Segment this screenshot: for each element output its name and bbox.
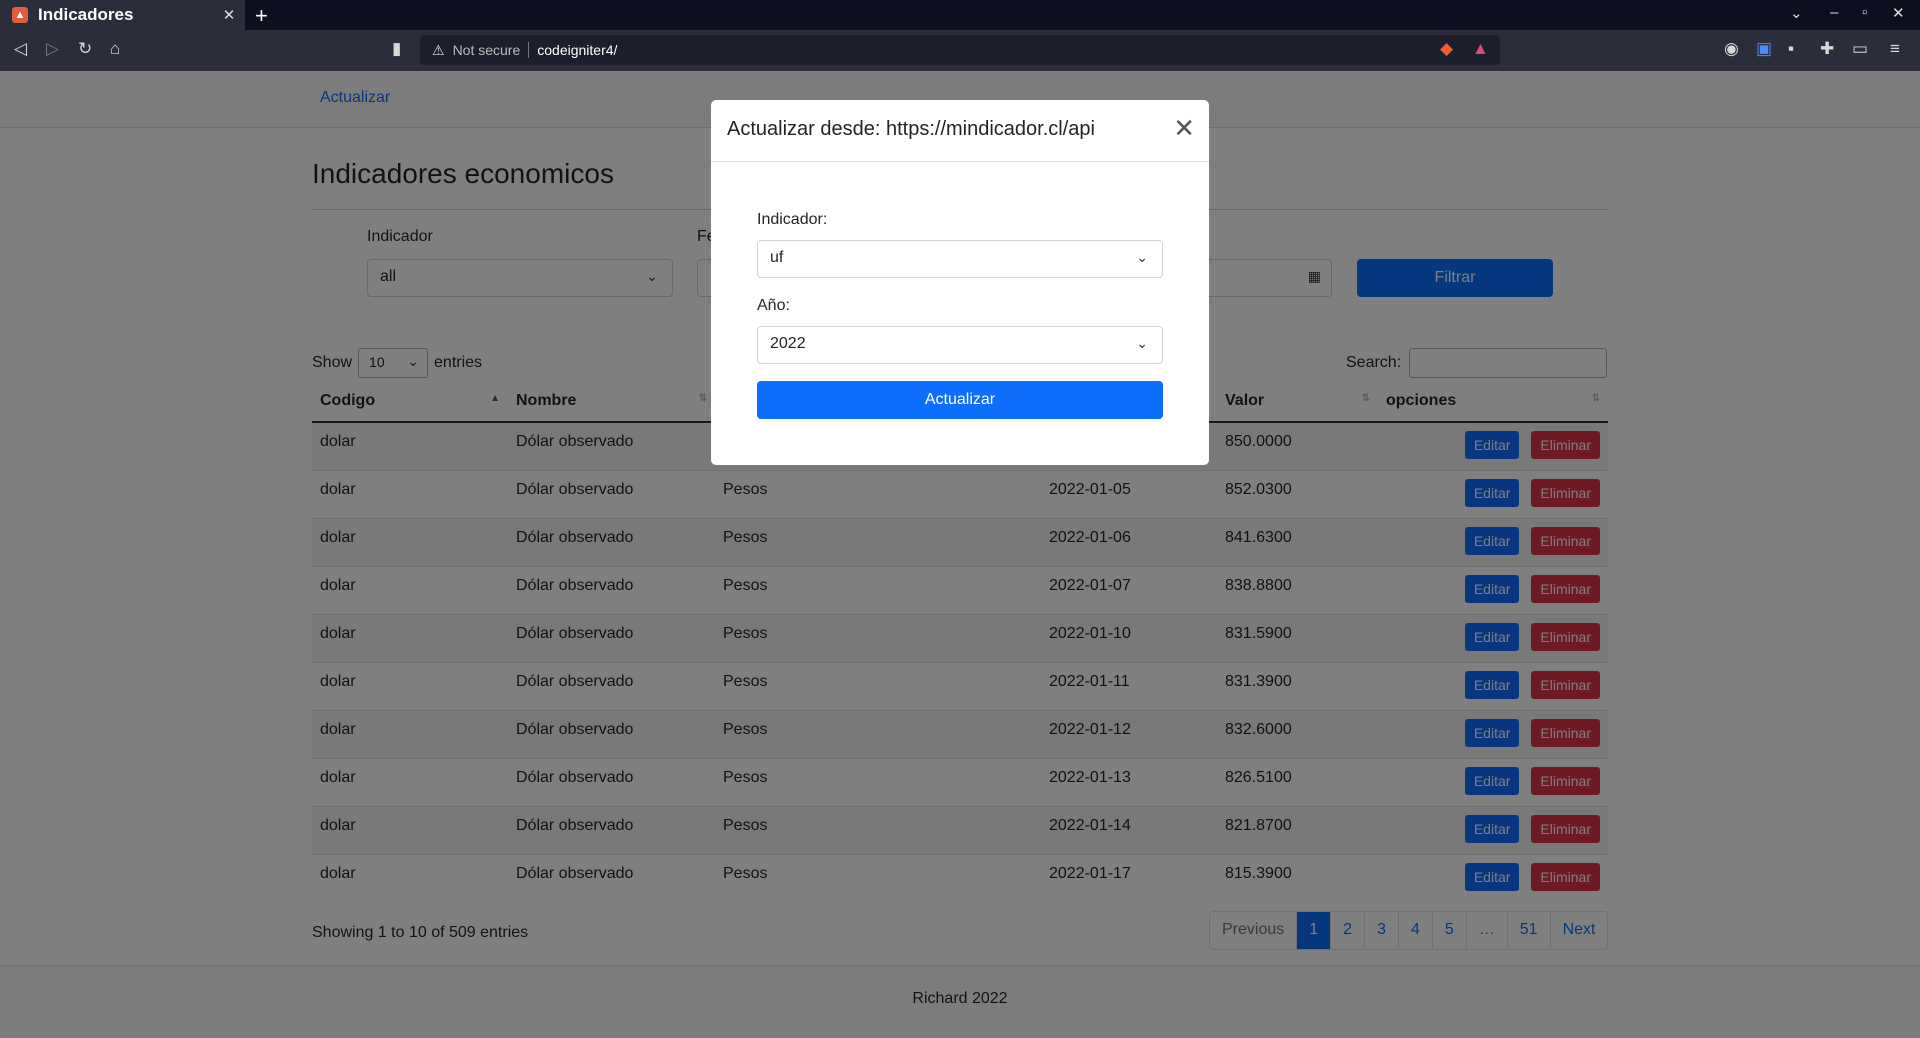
- extension-2-icon[interactable]: ▪: [1788, 39, 1794, 59]
- modal-header: Actualizar desde: https://mindicador.cl/…: [711, 100, 1209, 162]
- url-text: codeigniter4/: [537, 42, 618, 58]
- update-modal: Actualizar desde: https://mindicador.cl/…: [711, 100, 1209, 465]
- wallet-icon[interactable]: ▭: [1852, 39, 1868, 59]
- browser-tab[interactable]: ▲ Indicadores ✕: [0, 0, 245, 30]
- favicon-icon: ▲: [12, 7, 28, 23]
- security-label: Not secure: [452, 42, 521, 58]
- extension-icon[interactable]: ◉: [1724, 39, 1739, 59]
- anio-select[interactable]: 2022 ⌄: [757, 326, 1163, 364]
- tab-close-icon[interactable]: ✕: [219, 6, 239, 24]
- indicador-label: Indicador:: [757, 211, 828, 228]
- chevron-down-icon: ⌄: [1136, 335, 1148, 351]
- warning-icon: ⚠: [432, 41, 445, 58]
- tab-title: Indicadores: [38, 5, 134, 24]
- browser-toolbar: ◁ ▷ ↻ ⌂ ▮ ⚠ Not secure codeigniter4/ ◆ ▲…: [0, 30, 1920, 71]
- indicador-selected-value: uf: [770, 249, 784, 266]
- address-bar[interactable]: ⚠ Not secure codeigniter4/: [420, 35, 1500, 65]
- address-separator: [528, 42, 530, 58]
- window-close-icon[interactable]: ✕: [1892, 4, 1905, 22]
- back-icon[interactable]: ◁: [14, 39, 27, 59]
- indicador-select[interactable]: uf ⌄: [757, 240, 1163, 278]
- menu-icon[interactable]: ≡: [1890, 39, 1900, 59]
- translate-icon[interactable]: ▣: [1756, 39, 1772, 59]
- forward-icon[interactable]: ▷: [46, 39, 59, 59]
- brave-rewards-icon[interactable]: ▲: [1472, 39, 1489, 59]
- anio-selected-value: 2022: [770, 335, 806, 352]
- chevron-down-icon: ⌄: [1136, 249, 1148, 265]
- reload-icon[interactable]: ↻: [78, 39, 92, 59]
- home-icon[interactable]: ⌂: [110, 39, 120, 59]
- bookmark-icon[interactable]: ▮: [392, 39, 401, 59]
- modal-title: Actualizar desde: https://mindicador.cl/…: [727, 118, 1095, 140]
- minimize-icon[interactable]: –: [1830, 4, 1838, 21]
- browser-tab-strip: ▲ Indicadores ✕ + ⌄ – ▫ ✕: [0, 0, 1920, 30]
- brave-shield-icon[interactable]: ◆: [1440, 39, 1453, 59]
- maximize-icon[interactable]: ▫: [1862, 4, 1867, 21]
- actualizar-button[interactable]: Actualizar: [757, 381, 1163, 419]
- anio-label: Año:: [757, 297, 790, 314]
- tab-list-chevron-icon[interactable]: ⌄: [1790, 4, 1803, 22]
- new-tab-button[interactable]: +: [255, 3, 268, 29]
- close-icon[interactable]: ✕: [1173, 115, 1195, 141]
- extensions-puzzle-icon[interactable]: ✚: [1820, 39, 1834, 59]
